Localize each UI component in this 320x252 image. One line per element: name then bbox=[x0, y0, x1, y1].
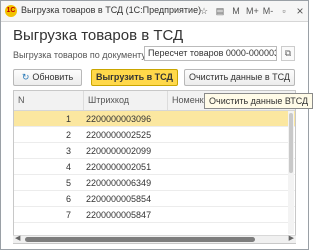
clear-tsd-data-button[interactable]: Очистить данные в ТСД bbox=[184, 69, 295, 86]
row-barcode: 2200000005854 bbox=[86, 194, 152, 204]
refresh-button-label: Обновить bbox=[32, 72, 74, 82]
scroll-right-icon[interactable]: ▶ bbox=[289, 234, 294, 244]
row-number: 6 bbox=[65, 194, 71, 204]
column-header-n[interactable]: N bbox=[14, 91, 84, 110]
table-row[interactable]: 5 2200000006349 bbox=[14, 175, 295, 191]
table-body: 1 2200000003096 2 2200000002525 3 22000000020… bbox=[14, 111, 295, 223]
document-field[interactable]: Пересчет товаров 0000-000003 bbox=[144, 46, 277, 61]
row-barcode: 2200000002051 bbox=[86, 162, 152, 172]
bookmark-icon[interactable]: ▤ bbox=[214, 4, 226, 18]
table-row[interactable]: 7 2200000005847 bbox=[14, 207, 295, 223]
export-to-tsd-button[interactable]: Выгрузить в ТСД bbox=[91, 69, 178, 86]
page-title: Выгрузка товаров в ТСД bbox=[13, 27, 184, 44]
row-barcode: 2200000002525 bbox=[86, 130, 152, 140]
table-row[interactable]: 6 2200000005854 bbox=[14, 191, 295, 207]
row-number: 3 bbox=[65, 146, 71, 156]
row-number: 4 bbox=[65, 162, 71, 172]
refresh-button[interactable]: ↻ Обновить bbox=[13, 69, 82, 86]
open-document-icon[interactable]: ⧉ bbox=[281, 46, 295, 61]
row-barcode: 2200000005847 bbox=[86, 210, 152, 220]
table-row[interactable]: 1 2200000003096 bbox=[14, 111, 295, 127]
document-field-label: Выгрузка товаров по документу : bbox=[13, 50, 151, 60]
refresh-icon: ↻ bbox=[21, 72, 30, 82]
vertical-scrollbar[interactable] bbox=[288, 111, 294, 234]
memory-plus-button[interactable]: M+ bbox=[246, 4, 259, 18]
title-bar-controls: ☆ ▤ M M+ M- ▫ × bbox=[198, 4, 306, 18]
vertical-scroll-thumb[interactable] bbox=[289, 113, 293, 173]
memory-m-button[interactable]: M bbox=[230, 4, 242, 18]
table-row[interactable]: 3 2200000002099 bbox=[14, 143, 295, 159]
close-icon[interactable]: × bbox=[294, 4, 306, 18]
horizontal-scrollbar[interactable]: ◀ ▶ bbox=[13, 235, 296, 243]
window-title: Выгрузка товаров в ТСД (1С:Предприятие) bbox=[21, 5, 202, 15]
row-number: 5 bbox=[65, 178, 71, 188]
memory-minus-button[interactable]: M- bbox=[262, 4, 274, 18]
row-number: 1 bbox=[65, 114, 71, 124]
table-row[interactable]: 2 2200000002525 bbox=[14, 127, 295, 143]
row-barcode: 2200000006349 bbox=[86, 178, 152, 188]
row-number: 2 bbox=[65, 130, 71, 140]
title-bar: 1C Выгрузка товаров в ТСД (1С:Предприяти… bbox=[1, 1, 308, 22]
horizontal-scroll-thumb[interactable] bbox=[25, 237, 255, 242]
favorite-star-icon[interactable]: ☆ bbox=[198, 4, 210, 18]
table-row[interactable]: 4 2200000002051 bbox=[14, 159, 295, 175]
goods-table: N Штрихкод Номенклатура 1 2200000003096 2 2… bbox=[13, 90, 296, 244]
scroll-left-icon[interactable]: ◀ bbox=[15, 234, 20, 244]
row-number: 7 bbox=[65, 210, 71, 220]
tooltip: Очистить данные ВТСД bbox=[204, 93, 314, 109]
row-barcode: 2200000003096 bbox=[86, 114, 152, 124]
row-barcode: 2200000002099 bbox=[86, 146, 152, 156]
restore-icon[interactable]: ▫ bbox=[278, 4, 290, 18]
app-window: 1C Выгрузка товаров в ТСД (1С:Предприяти… bbox=[0, 0, 314, 250]
app-logo-icon: 1C bbox=[5, 5, 17, 17]
column-header-barcode[interactable]: Штрихкод bbox=[84, 91, 168, 110]
